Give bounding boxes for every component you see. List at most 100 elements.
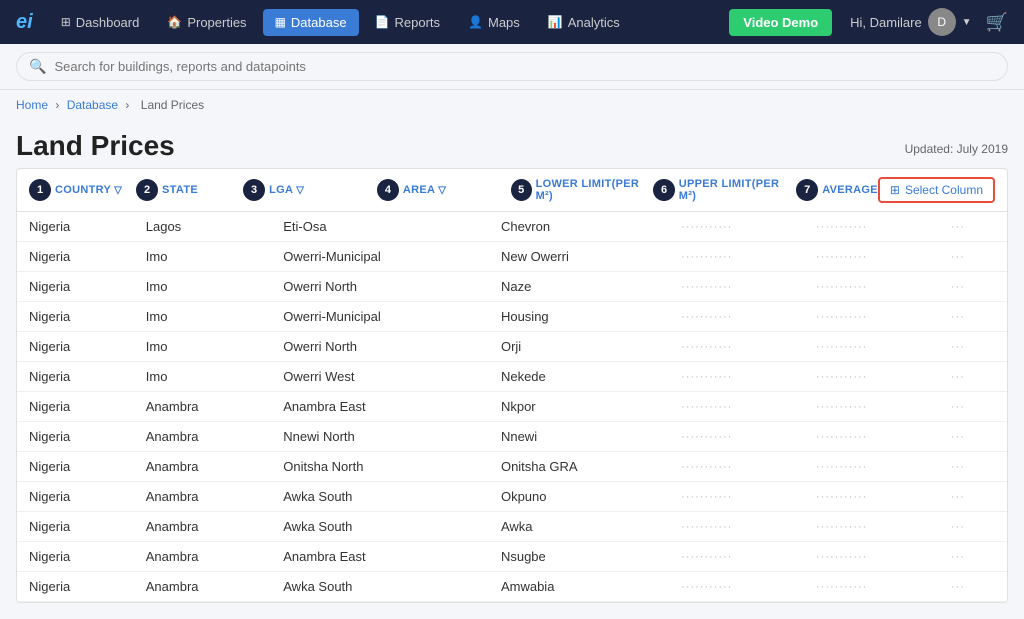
filter-icon-area[interactable]: ▽: [438, 185, 446, 196]
nav-properties[interactable]: 🏠 Properties: [155, 9, 258, 36]
col-badge-7: 7: [796, 179, 818, 201]
nav-maps[interactable]: 👤 Maps: [456, 9, 532, 36]
table-row: Nigeria Lagos Eti-Osa Chevron ··········…: [17, 212, 1007, 242]
nav-reports[interactable]: 📄 Reports: [363, 9, 452, 36]
cell-avg: ···: [939, 422, 1007, 452]
cell-state: Imo: [134, 272, 271, 302]
user-menu[interactable]: Hi, Damilare D ▼: [850, 8, 971, 36]
col-header-country: 1 COUNTRY ▽: [29, 179, 136, 201]
table-row: Nigeria Anambra Awka South Awka ········…: [17, 512, 1007, 542]
cell-lga: Owerri-Municipal: [271, 242, 489, 272]
cell-lower: ···········: [669, 272, 804, 302]
select-column-button[interactable]: ⊞ Select Column: [878, 177, 995, 203]
grid-icon: ⊞: [890, 183, 900, 197]
cell-avg: ···: [939, 272, 1007, 302]
breadcrumb-current: Land Prices: [141, 98, 204, 112]
cell-lower: ···········: [669, 422, 804, 452]
cell-upper: ···········: [804, 572, 939, 602]
cell-area: Nkpor: [489, 392, 669, 422]
cell-lower: ···········: [669, 242, 804, 272]
chevron-down-icon: ▼: [962, 17, 972, 28]
col-badge-5: 5: [511, 179, 532, 201]
analytics-icon: 📊: [548, 15, 563, 29]
cell-lower: ···········: [669, 212, 804, 242]
table-row: Nigeria Imo Owerri-Municipal Housing ···…: [17, 302, 1007, 332]
col-label-lower: LOWER LIMIT(PER M²): [536, 178, 654, 202]
cell-lower: ···········: [669, 332, 804, 362]
breadcrumb-database[interactable]: Database: [67, 98, 118, 112]
cell-area: Naze: [489, 272, 669, 302]
cart-icon[interactable]: 🛒: [986, 12, 1008, 33]
cell-upper: ···········: [804, 512, 939, 542]
reports-icon: 📄: [375, 15, 390, 29]
nav-maps-label: Maps: [488, 15, 520, 30]
cell-avg: ···: [939, 392, 1007, 422]
page-header: Land Prices Updated: July 2019: [0, 120, 1024, 168]
video-demo-button[interactable]: Video Demo: [729, 9, 832, 36]
cell-area: Nsugbe: [489, 542, 669, 572]
cell-country: Nigeria: [17, 392, 134, 422]
cell-area: Housing: [489, 302, 669, 332]
breadcrumb-home[interactable]: Home: [16, 98, 48, 112]
cell-state: Anambra: [134, 542, 271, 572]
table-row: Nigeria Anambra Nnewi North Nnewi ······…: [17, 422, 1007, 452]
cell-upper: ···········: [804, 332, 939, 362]
cell-upper: ···········: [804, 212, 939, 242]
cell-lower: ···········: [669, 542, 804, 572]
cell-lga: Awka South: [271, 572, 489, 602]
cell-country: Nigeria: [17, 272, 134, 302]
cell-area: Okpuno: [489, 482, 669, 512]
cell-upper: ···········: [804, 242, 939, 272]
cell-area: Orji: [489, 332, 669, 362]
cell-area: Nnewi: [489, 422, 669, 452]
nav-database-label: Database: [291, 15, 347, 30]
cell-state: Anambra: [134, 392, 271, 422]
cell-upper: ···········: [804, 302, 939, 332]
table-row: Nigeria Imo Owerri-Municipal New Owerri …: [17, 242, 1007, 272]
nav-properties-label: Properties: [187, 15, 246, 30]
col-header-lga: 3 LGA ▽: [243, 179, 377, 201]
nav-analytics[interactable]: 📊 Analytics: [536, 9, 632, 36]
cell-area: Amwabia: [489, 572, 669, 602]
cell-state: Imo: [134, 302, 271, 332]
cell-area: Onitsha GRA: [489, 452, 669, 482]
data-table: Nigeria Lagos Eti-Osa Chevron ··········…: [17, 212, 1007, 602]
cell-lga: Onitsha North: [271, 452, 489, 482]
cell-upper: ···········: [804, 542, 939, 572]
cell-state: Imo: [134, 332, 271, 362]
breadcrumb-sep2: ›: [125, 98, 132, 112]
cell-state: Anambra: [134, 572, 271, 602]
cell-lower: ···········: [669, 572, 804, 602]
cell-state: Lagos: [134, 212, 271, 242]
cell-country: Nigeria: [17, 572, 134, 602]
cell-state: Anambra: [134, 452, 271, 482]
col-label-state: STATE: [162, 184, 198, 196]
cell-upper: ···········: [804, 482, 939, 512]
cell-lga: Anambra East: [271, 392, 489, 422]
cell-state: Imo: [134, 242, 271, 272]
search-input[interactable]: [54, 59, 995, 74]
dashboard-icon: ⊞: [61, 15, 71, 29]
cell-lower: ···········: [669, 452, 804, 482]
nav-reports-label: Reports: [395, 15, 441, 30]
nav-dashboard[interactable]: ⊞ Dashboard: [49, 9, 152, 36]
search-icon: 🔍: [29, 58, 46, 75]
cell-lga: Owerri West: [271, 362, 489, 392]
filter-icon-lga[interactable]: ▽: [296, 185, 304, 196]
maps-icon: 👤: [468, 15, 483, 29]
col-label-lga: LGA: [269, 184, 293, 196]
cell-lga: Anambra East: [271, 542, 489, 572]
cell-lower: ···········: [669, 302, 804, 332]
table-row: Nigeria Anambra Anambra East Nkpor ·····…: [17, 392, 1007, 422]
col-header-upper: 6 UPPER LIMIT(PER M²): [653, 178, 796, 202]
cell-area: Nekede: [489, 362, 669, 392]
col-header-state: 2 STATE: [136, 179, 243, 201]
database-icon: ▦: [275, 15, 286, 29]
cell-lower: ···········: [669, 362, 804, 392]
cell-country: Nigeria: [17, 242, 134, 272]
cell-avg: ···: [939, 482, 1007, 512]
nav-database[interactable]: ▦ Database: [263, 9, 359, 36]
col-label-area: AREA: [403, 184, 435, 196]
filter-icon-country[interactable]: ▽: [114, 185, 122, 196]
cell-avg: ···: [939, 362, 1007, 392]
